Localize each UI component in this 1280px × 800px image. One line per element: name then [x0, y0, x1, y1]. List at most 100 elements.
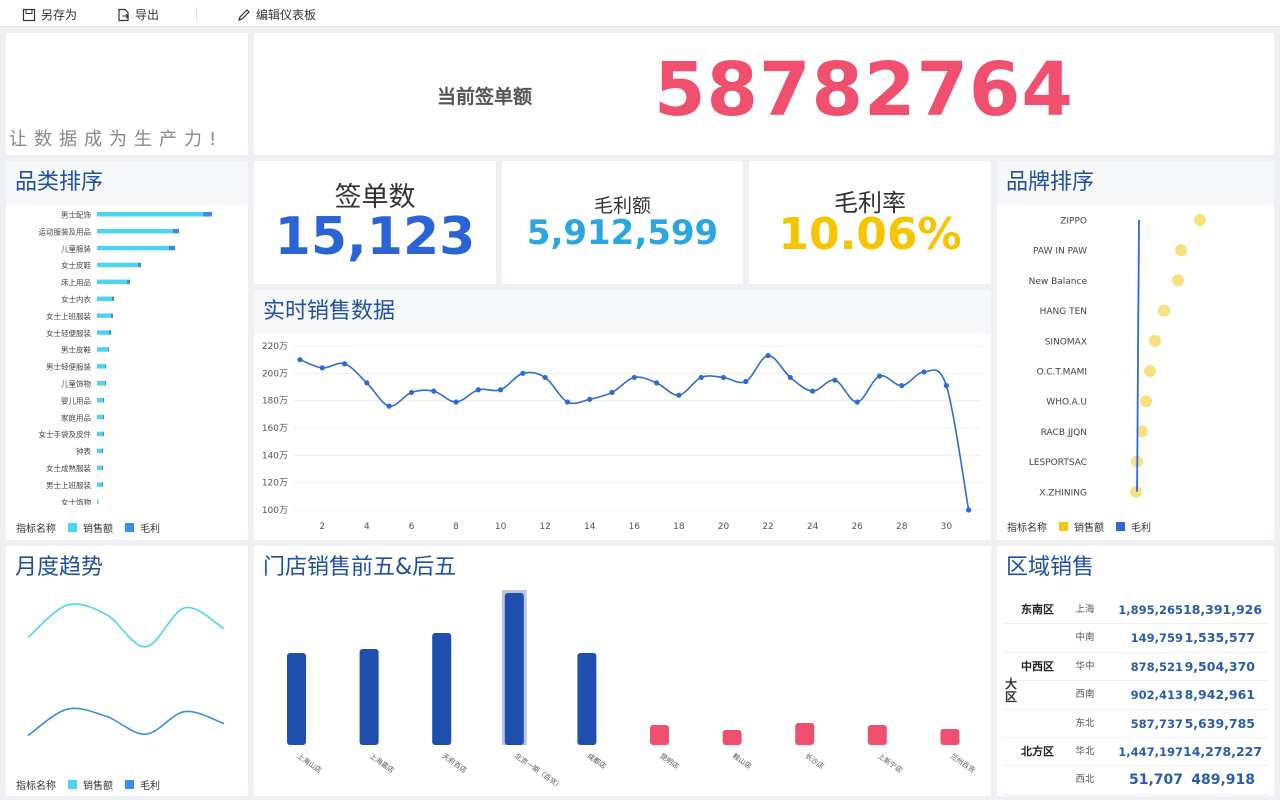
store-bar	[504, 593, 524, 745]
category-label: 男士皮鞋	[61, 345, 91, 355]
x-tick-label: 10	[495, 522, 507, 532]
region-value-2: 18,391,926	[1183, 602, 1263, 617]
realtime-point	[431, 388, 437, 394]
region-value-2: 489,918	[1191, 772, 1255, 789]
y-tick-label: 180万	[262, 397, 288, 407]
region-sub: 西北	[1075, 774, 1095, 786]
realtime-point	[832, 377, 838, 383]
brand-label: X.ZHINING	[1039, 488, 1087, 498]
category-sales-bar	[97, 364, 105, 369]
category-profit-bar	[203, 212, 212, 217]
realtime-point	[943, 383, 949, 389]
monthly-legend: 指标名称 销售额 毛利	[16, 777, 160, 792]
brand-profit-line	[1136, 219, 1140, 492]
realtime-point	[743, 378, 749, 385]
monthly-profit-swatch	[125, 780, 134, 789]
brand-label: O.C.T.MAMI	[1037, 368, 1087, 378]
store-bar	[359, 649, 379, 745]
current-sign-label: 当前签单额	[437, 86, 533, 108]
kpi-count-card: 签单数 15,123	[254, 161, 496, 284]
category-profit-bar	[169, 245, 175, 251]
store-label: 成都店	[586, 751, 608, 770]
category-profit-bar	[109, 330, 111, 335]
realtime-point	[899, 383, 905, 389]
brand-rank-title: 品牌排序	[997, 161, 1274, 205]
category-label: 运动服装及用品	[39, 226, 92, 236]
monthly-legend-profit: 毛利	[140, 781, 160, 792]
region-area: 东南区	[1021, 603, 1054, 616]
category-profit-bar	[103, 414, 104, 420]
realtime-point	[542, 374, 548, 381]
monthly-panel: 月度趋势 指标名称 销售额 毛利	[6, 546, 248, 796]
monthly-legend-title: 指标名称	[16, 781, 56, 792]
category-profit-bar	[105, 381, 106, 386]
realtime-point	[720, 374, 727, 381]
region-row: 北方区 华北 1,447,197 14,278,227	[1003, 738, 1267, 767]
brand-rank-chart: ZIPPO PAW IN PAW New Balance HANG TEN SINOMA…	[1029, 214, 1206, 498]
store-label: 上新宁店	[876, 751, 904, 774]
brand-legend-profit: 毛利	[1131, 523, 1151, 534]
category-sales-bar	[97, 330, 109, 335]
sales-swatch	[68, 523, 77, 532]
y-tick-label: 160万	[262, 424, 288, 434]
brand-label: WHO.A.U	[1046, 398, 1087, 408]
monthly-title: 月度趋势	[6, 546, 248, 590]
category-rank-chart: 男士配饰运动服装及用品儿童服装女士皮鞋床上用品女士内衣女士上班服装女士轻便服装男…	[39, 210, 212, 505]
realtime-point	[453, 399, 459, 405]
y-tick-label: 220万	[262, 342, 288, 352]
y-tick-label: 200万	[262, 369, 288, 379]
store-label: 长沙店	[804, 751, 826, 770]
x-tick-label: 6	[409, 522, 415, 532]
category-label: 女士皮鞋	[61, 260, 91, 270]
brand-label: RACB JJQN	[1041, 428, 1087, 438]
brand-label: ZIPPO	[1060, 217, 1087, 227]
category-label: 儿童服装	[61, 243, 91, 253]
region-value-1: 902,413	[1130, 688, 1183, 703]
region-value-2: 5,639,785	[1184, 715, 1255, 731]
category-sales-bar	[97, 279, 127, 285]
realtime-point	[564, 399, 571, 405]
brand-legend: 指标名称 销售额 毛利	[1007, 519, 1151, 534]
region-row: 中西区 华中 878,521 9,504,370	[1003, 653, 1267, 682]
save-as-button[interactable]: 另存为	[22, 6, 77, 23]
region-sub: 东北	[1075, 717, 1095, 729]
category-label: 女士内衣	[61, 294, 91, 304]
category-profit-bar	[138, 262, 141, 268]
region-row: 中南 149,759 1,535,577	[1003, 624, 1267, 653]
big-region-label: 大区	[1005, 677, 1018, 704]
monthly-chart	[27, 603, 225, 737]
region-row: 西北 51,707 489,918	[1003, 766, 1267, 795]
brand-rank-panel: 品牌排序 ZIPPO PAW IN PAW New Balance HANG TEN S…	[997, 161, 1274, 540]
region-value-1: 1,447,197	[1118, 745, 1183, 759]
brand-profit-swatch	[1116, 522, 1125, 531]
category-profit-bar	[173, 228, 179, 234]
realtime-point	[810, 388, 816, 394]
store-bar	[432, 633, 452, 745]
realtime-chart: 100万120万140万160万180万200万220万2 4 6 8 10 12 14 16…	[262, 342, 982, 532]
profit-swatch	[125, 523, 134, 532]
category-sales-bar	[97, 431, 103, 437]
region-sub: 华北	[1075, 746, 1095, 757]
category-legend-title: 指标名称	[16, 524, 56, 535]
brand-sales-swatch	[1059, 522, 1068, 531]
category-label: 女士轻便服装	[46, 328, 91, 338]
x-tick-label: 2	[319, 522, 325, 532]
store-chart: 上海山店 上海嘉店 天府百店 北京一期（百货） 成都店 昆明店 鞍山店 长沙店 上新宁店 兰州百货	[287, 590, 977, 791]
y-tick-label: 100万	[262, 506, 288, 516]
kpi-profit-card: 毛利额 5,912,599	[502, 161, 743, 284]
export-label: 导出	[135, 8, 160, 22]
realtime-panel: 实时销售数据 100万 120万 140万 160万 180万 200万 220万 2 4 6 8 1…	[254, 290, 991, 540]
x-tick-label: 30	[941, 522, 953, 532]
brand-legend-sales: 销售额	[1074, 523, 1104, 534]
current-sign-panel: 当前签单额 58782764	[254, 33, 1274, 155]
store-label: 天府百店	[441, 751, 469, 774]
realtime-point	[876, 373, 883, 379]
export-button[interactable]: 导出	[116, 6, 159, 23]
realtime-point	[654, 380, 660, 386]
save-icon	[22, 8, 36, 21]
realtime-title: 实时销售数据	[254, 290, 991, 334]
edit-dashboard-button[interactable]: 编辑仪表板	[237, 6, 316, 23]
realtime-point	[341, 361, 348, 367]
store-title: 门店销售前五&后五	[254, 546, 991, 590]
slogan-text: 让数据成为生产力!	[9, 129, 224, 150]
